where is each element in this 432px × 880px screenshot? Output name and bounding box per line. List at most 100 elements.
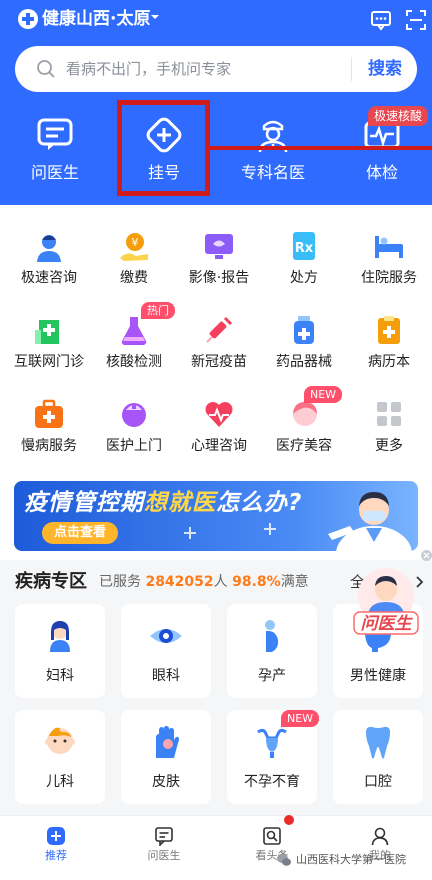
- disease-category-card[interactable]: 皮肤: [121, 710, 211, 804]
- tooth-icon: [366, 726, 390, 759]
- disease-category-label: 口腔: [364, 774, 392, 790]
- service-item-label: 核酸检测: [106, 354, 162, 370]
- disease-category-label: 眼科: [152, 668, 180, 684]
- service-item[interactable]: 心理咨询: [176, 383, 262, 463]
- user-icon: [371, 827, 389, 846]
- fast-nucleic-badge: 极速核酸: [368, 106, 429, 126]
- new-badge: NEW: [304, 386, 343, 403]
- search-bar[interactable]: 看病不出门，手机问专家 搜索: [15, 46, 417, 92]
- search-icon: [37, 60, 55, 78]
- clipboard-icon: [378, 316, 400, 344]
- banner-title: 疫情管控期想就医怎么办?: [24, 489, 302, 517]
- service-item-label: 处方: [290, 270, 318, 286]
- coin-hand-icon: ¥: [120, 233, 148, 261]
- quick-specialist-label: 专科名医: [240, 163, 305, 182]
- service-item[interactable]: 影像·报告: [176, 215, 262, 295]
- service-item[interactable]: 药品器械: [261, 299, 347, 379]
- search-divider: [351, 57, 352, 81]
- nurse-cap-icon: [122, 403, 146, 427]
- disease-category-label: 不孕不育: [244, 774, 300, 790]
- disease-category-card[interactable]: 口腔: [333, 710, 423, 804]
- hand-skin-icon: [156, 726, 179, 758]
- disease-category-card[interactable]: 眼科: [121, 604, 211, 698]
- tab-news[interactable]: 看头条: [218, 816, 326, 880]
- chat-doc-icon: [37, 118, 73, 150]
- register-highlight-annotation: [117, 100, 210, 196]
- epidemic-banner[interactable]: 疫情管控期想就医怎么办? 点击查看: [14, 481, 418, 551]
- service-item[interactable]: ¥ 缴费: [91, 215, 177, 295]
- served-prefix: 已服务: [99, 574, 141, 590]
- tab-ask-doctor[interactable]: 问医生: [110, 816, 218, 880]
- svg-text:¥: ¥: [132, 236, 139, 249]
- uterus-icon: [257, 728, 287, 758]
- city-selector[interactable]: 健康山西·太原: [42, 9, 150, 29]
- service-item[interactable]: 更多: [346, 383, 432, 463]
- bottom-tab-bar: 推荐 问医生 看头条 我的: [0, 815, 432, 880]
- served-count: 2842052: [145, 574, 214, 590]
- floating-ask-doctor[interactable]: 问医生: [350, 566, 422, 638]
- woman-icon: [50, 621, 70, 652]
- service-item[interactable]: 极速咨询: [6, 215, 92, 295]
- service-item[interactable]: 病历本: [346, 299, 432, 379]
- service-item-label: 心理咨询: [191, 438, 247, 454]
- zone-title: 疾病专区: [15, 571, 87, 592]
- quick-ask-doctor-label: 问医生: [30, 163, 79, 182]
- served-unit: 人: [213, 574, 228, 590]
- news-icon: [263, 827, 281, 845]
- sparkle-plus-icon: [184, 527, 196, 539]
- service-item-label: 医护上门: [106, 438, 162, 454]
- service-item-label: 极速咨询: [21, 270, 77, 286]
- sparkle-plus-icon: [264, 523, 276, 535]
- source-watermark: 山西医科大学第一医院: [296, 853, 406, 866]
- notification-dot: [284, 815, 294, 825]
- floating-ask-doctor-label: 问医生: [360, 614, 412, 634]
- disease-category-card[interactable]: 孕产: [227, 604, 317, 698]
- top-bar: 健康山西·太原: [0, 0, 432, 40]
- message-icon[interactable]: [370, 9, 392, 31]
- disease-category-card[interactable]: 儿科: [15, 710, 105, 804]
- quick-checkup-label: 体检: [365, 163, 398, 182]
- nurse-icon: [37, 235, 61, 262]
- medical-cross-logo-icon: [18, 9, 38, 29]
- quick-specialist[interactable]: 专科名医: [219, 110, 327, 200]
- service-item[interactable]: 住院服务: [346, 215, 432, 295]
- wechat-logo-icon: [277, 854, 291, 866]
- service-item[interactable]: 新冠疫苗: [176, 299, 262, 379]
- medicine-bottle-icon: [294, 316, 314, 344]
- doctor-illustration-icon: [328, 492, 412, 551]
- banner-title-part-c: 怎么办?: [216, 490, 303, 516]
- service-item[interactable]: 医护上门: [91, 383, 177, 463]
- chat-icon: [155, 827, 173, 846]
- service-item-label: 影像·报告: [188, 270, 250, 286]
- service-grid: 极速咨询 ¥ 缴费 影像·报告 Rx 处方 住院服务 互联网门诊 核酸检测 新冠疫苗…: [0, 205, 432, 470]
- new-badge: NEW: [281, 710, 320, 727]
- disease-category-card[interactable]: 妇科: [15, 604, 105, 698]
- quick-ask-doctor[interactable]: 问医生: [1, 110, 109, 200]
- disease-category-label: 男性健康: [350, 668, 406, 684]
- banner-title-part-a: 疫情管控期: [24, 490, 144, 516]
- banner-view-button[interactable]: 点击查看: [42, 522, 119, 544]
- service-item[interactable]: 慢病服务: [6, 383, 92, 463]
- satisfaction-rate: 98.8%: [232, 574, 281, 590]
- caret-down-icon[interactable]: [150, 12, 160, 22]
- header-hero: 健康山西·太原 看病不出门，手机问专家 搜索 问医生 挂号 专科名医 体检 极速…: [0, 0, 432, 205]
- medkit-icon: [35, 399, 63, 428]
- tab-ask-doctor-label: 问医生: [147, 849, 181, 862]
- more-grid-icon: [377, 402, 401, 426]
- service-item[interactable]: 互联网门诊: [6, 299, 92, 379]
- search-input[interactable]: 看病不出门，手机问专家: [66, 59, 231, 79]
- banner-section: 疫情管控期想就医怎么办? 点击查看: [0, 470, 432, 560]
- disease-category-label: 妇科: [46, 668, 74, 684]
- monitor-icon: [205, 234, 233, 259]
- service-item[interactable]: Rx 处方: [261, 215, 347, 295]
- syringe-icon: [206, 316, 233, 343]
- tab-recommend-label: 推荐: [45, 849, 67, 862]
- search-button[interactable]: 搜索: [363, 58, 407, 80]
- scan-icon[interactable]: [405, 9, 427, 31]
- heart-pulse-icon: [205, 402, 233, 427]
- highlight-arrow-line: [210, 146, 432, 150]
- service-item-label: 医疗美容: [276, 438, 332, 454]
- close-icon[interactable]: [421, 550, 432, 561]
- tab-mine[interactable]: 我的: [326, 816, 432, 880]
- tab-recommend[interactable]: 推荐: [2, 816, 110, 880]
